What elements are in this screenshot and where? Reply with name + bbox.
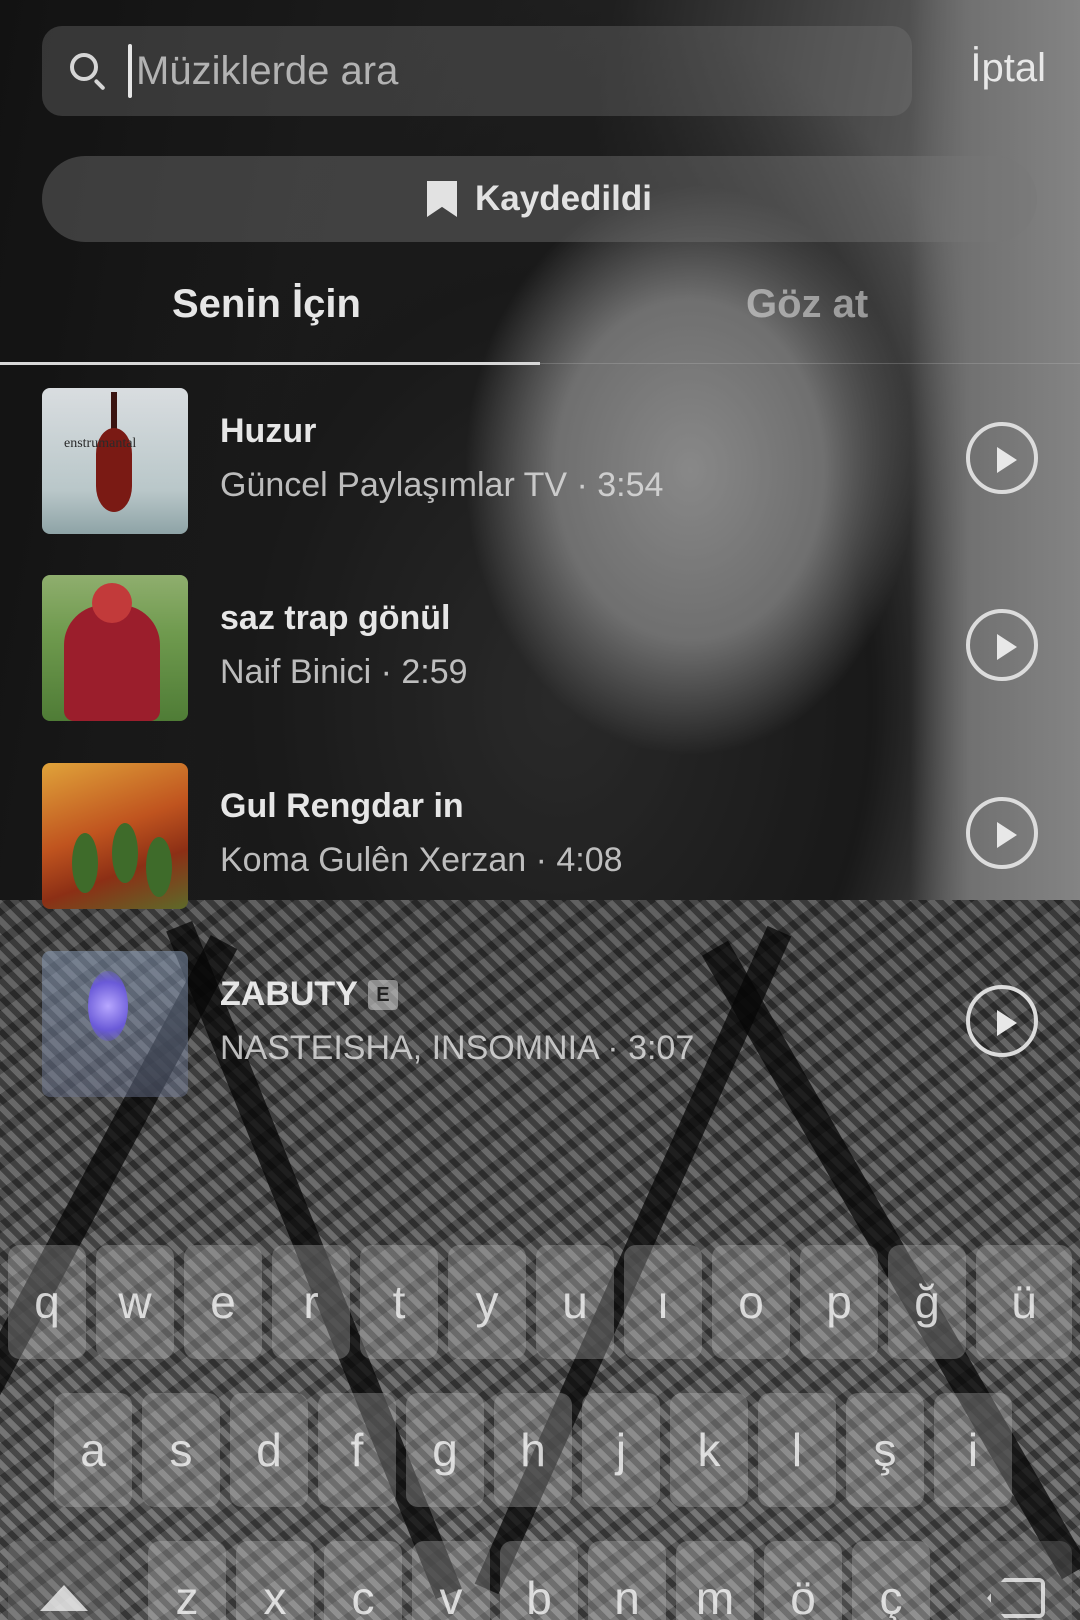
cancel-button[interactable]: İptal <box>970 46 1046 91</box>
key[interactable]: u <box>536 1245 614 1359</box>
song-title: ZABUTY E <box>220 975 398 1014</box>
key[interactable]: l <box>758 1393 836 1507</box>
key[interactable]: w <box>96 1245 174 1359</box>
key[interactable]: e <box>184 1245 262 1359</box>
key[interactable]: r <box>272 1245 350 1359</box>
key[interactable]: ü <box>976 1245 1072 1359</box>
shift-key[interactable] <box>8 1541 120 1620</box>
bookmark-icon <box>427 181 457 217</box>
album-art <box>42 951 188 1097</box>
search-icon <box>66 49 110 93</box>
saved-button-label: Kaydedildi <box>475 179 652 218</box>
keyboard-row-2: a s d f g h j k l ş i <box>0 1393 1080 1513</box>
key[interactable]: i <box>934 1393 1012 1507</box>
key[interactable]: j <box>582 1393 660 1507</box>
tab-browse[interactable]: Göz at <box>746 282 868 327</box>
shift-icon <box>40 1585 88 1611</box>
key[interactable]: ş <box>846 1393 924 1507</box>
key[interactable]: v <box>412 1541 490 1620</box>
key[interactable]: a <box>54 1393 132 1507</box>
song-title: Gul Rengdar in <box>220 787 464 825</box>
play-button[interactable] <box>966 422 1038 494</box>
tab-bar: Senin İçin Göz at <box>0 270 1080 366</box>
play-icon <box>997 1010 1017 1036</box>
tab-divider <box>540 363 1080 364</box>
key[interactable]: ğ <box>888 1245 966 1359</box>
keyboard-row-1: q w e r t y u ı o p ğ ü <box>0 1245 1080 1365</box>
song-row[interactable]: enstrumantal Huzur Güncel Paylaşımlar TV… <box>0 380 1080 550</box>
play-icon <box>997 447 1017 473</box>
delete-key[interactable] <box>960 1541 1072 1620</box>
key[interactable]: b <box>500 1541 578 1620</box>
play-button[interactable] <box>966 985 1038 1057</box>
song-artist-duration: Koma Gulên Xerzan · 4:08 <box>220 841 623 879</box>
explicit-badge: E <box>367 980 398 1010</box>
album-art <box>42 575 188 721</box>
tab-for-you[interactable]: Senin İçin <box>172 282 361 327</box>
key[interactable]: t <box>360 1245 438 1359</box>
saved-button[interactable]: Kaydedildi <box>42 156 1037 242</box>
key[interactable]: d <box>230 1393 308 1507</box>
keyboard-row-3: z x c v b n m ö ç <box>0 1541 1080 1620</box>
album-art <box>42 763 188 909</box>
album-art: enstrumantal <box>42 388 188 534</box>
key[interactable]: x <box>236 1541 314 1620</box>
key[interactable]: h <box>494 1393 572 1507</box>
key[interactable]: z <box>148 1541 226 1620</box>
song-row[interactable]: Gul Rengdar in Koma Gulên Xerzan · 4:08 <box>0 755 1080 925</box>
song-artist-duration: Güncel Paylaşımlar TV · 3:54 <box>220 466 664 504</box>
key[interactable]: n <box>588 1541 666 1620</box>
key[interactable]: k <box>670 1393 748 1507</box>
key[interactable]: q <box>8 1245 86 1359</box>
song-title-text: ZABUTY <box>220 975 358 1013</box>
text-cursor <box>128 44 132 98</box>
key[interactable]: ı <box>624 1245 702 1359</box>
play-icon <box>997 822 1017 848</box>
song-row[interactable]: saz trap gönül Naif Binici · 2:59 <box>0 567 1080 737</box>
album-art-label: enstrumantal <box>64 436 137 451</box>
play-button[interactable] <box>966 797 1038 869</box>
key[interactable]: y <box>448 1245 526 1359</box>
key[interactable]: f <box>318 1393 396 1507</box>
on-screen-keyboard: q w e r t y u ı o p ğ ü a s d f g h j k … <box>0 1245 1080 1620</box>
active-tab-indicator <box>0 362 540 365</box>
key[interactable]: o <box>712 1245 790 1359</box>
key[interactable]: ç <box>852 1541 930 1620</box>
song-title: Huzur <box>220 412 317 450</box>
key[interactable]: c <box>324 1541 402 1620</box>
key[interactable]: g <box>406 1393 484 1507</box>
song-artist-duration: Naif Binici · 2:59 <box>220 653 468 691</box>
key[interactable]: m <box>676 1541 754 1620</box>
song-title: saz trap gönül <box>220 599 451 637</box>
song-row[interactable]: ZABUTY E NASTEISHA, INSOMNIA · 3:07 <box>0 943 1080 1113</box>
song-artist-duration: NASTEISHA, INSOMNIA · 3:07 <box>220 1029 695 1067</box>
key[interactable]: p <box>800 1245 878 1359</box>
backspace-icon <box>987 1578 1045 1618</box>
play-button[interactable] <box>966 609 1038 681</box>
search-bar[interactable] <box>42 26 912 116</box>
key[interactable]: ö <box>764 1541 842 1620</box>
search-input[interactable] <box>136 48 836 94</box>
key[interactable]: s <box>142 1393 220 1507</box>
play-icon <box>997 634 1017 660</box>
